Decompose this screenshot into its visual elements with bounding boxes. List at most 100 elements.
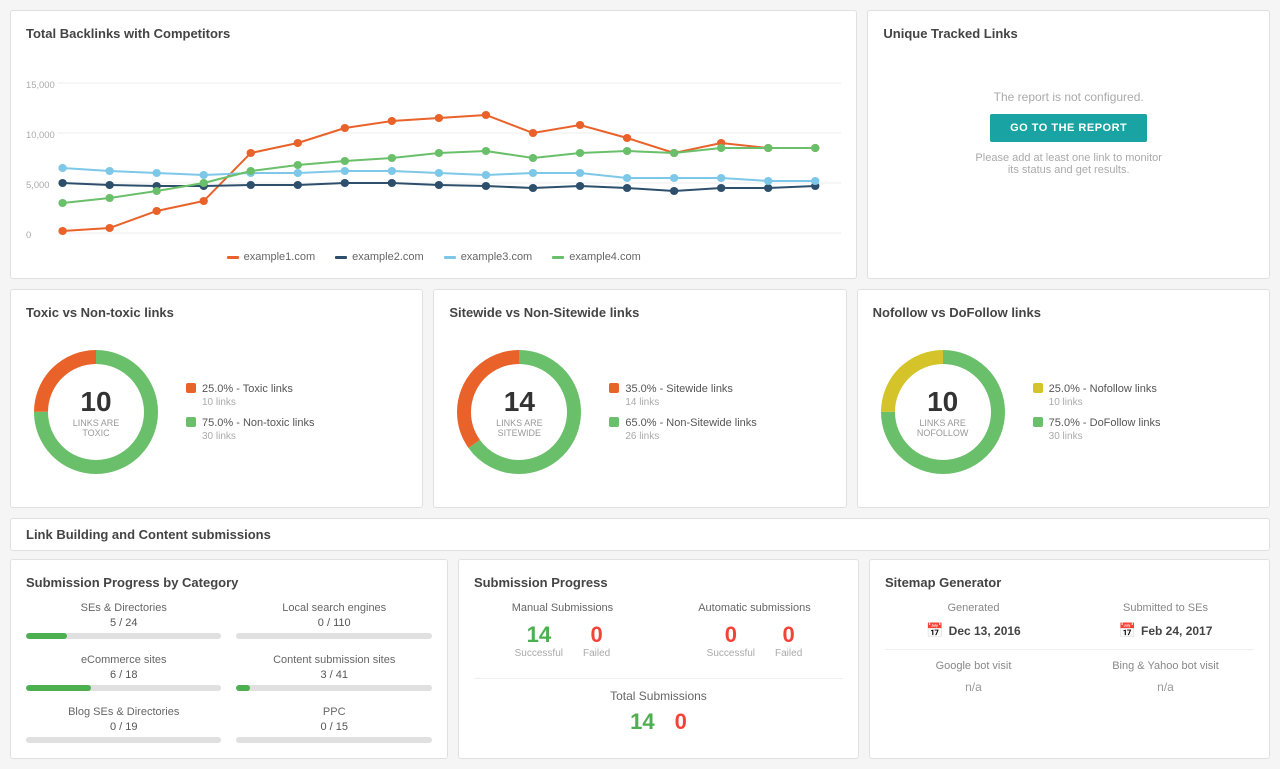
- manual-successful: 14 Successful: [515, 622, 563, 659]
- toxic-legend-2: 75.0% - Non-toxic links 30 links: [186, 416, 315, 442]
- total-numbers: 14 0: [474, 709, 843, 735]
- sitewide-donut-wrapper: 14 LINKS ARE SITEWIDE 35.0% - Sitewide l…: [449, 332, 830, 492]
- nofollow-donut-wrapper: 10 LINKS ARE NOFOLLOW 25.0% - Nofollow l…: [873, 332, 1254, 492]
- progress-bar-fill-3: [236, 685, 250, 691]
- nofollow-donut: 10 LINKS ARE NOFOLLOW: [873, 342, 1013, 482]
- backlinks-title: Total Backlinks with Competitors: [26, 26, 841, 41]
- legend-item-2: example2.com: [335, 251, 424, 263]
- toxic-donut: 10 LINKS ARE TOXIC: [26, 342, 166, 482]
- progress-bar-fill-2: [26, 685, 91, 691]
- donut-row: Toxic vs Non-toxic links 10 LINKS ARE TO…: [10, 289, 1270, 508]
- progress-bar-bg-0: [26, 633, 221, 639]
- sitemap-submitted-date: 📅 Feb 24, 2017: [1077, 622, 1254, 639]
- sitemap-google-bot: Google bot visit n/a: [885, 660, 1062, 694]
- category-item-1: Local search engines 0 / 110: [236, 602, 431, 639]
- total-successful: 14: [630, 709, 654, 735]
- progress-bar-bg-4: [26, 737, 221, 743]
- legend-dot-4: [552, 256, 564, 259]
- top-row: Total Backlinks with Competitors 0 5,000…: [10, 10, 1270, 279]
- nofollow-center: 10 LINKS ARE NOFOLLOW: [908, 386, 978, 438]
- sitewide-legend: 35.0% - Sitewide links 14 links 65.0% - …: [609, 382, 756, 443]
- nofollow-card: Nofollow vs DoFollow links 10 LINKS ARE …: [857, 289, 1270, 508]
- sitemap-divider: [885, 649, 1254, 650]
- svg-text:15,000: 15,000: [26, 80, 55, 90]
- sitemap-bing-bot: Bing & Yahoo bot visit n/a: [1077, 660, 1254, 694]
- manual-col: Manual Submissions 14 Successful 0 Faile…: [474, 602, 651, 663]
- submission-grid: Manual Submissions 14 Successful 0 Faile…: [474, 602, 843, 663]
- sitemap-bot-grid: Google bot visit n/a Bing & Yahoo bot vi…: [885, 660, 1254, 694]
- progress-bar-bg-5: [236, 737, 431, 743]
- automatic-numbers: 0 Successful 0 Failed: [666, 622, 843, 659]
- backlinks-legend: example1.com example2.com example3.com e…: [26, 251, 841, 263]
- sitewide-dot-1: [609, 383, 619, 393]
- not-configured-text: The report is not configured.: [994, 90, 1144, 104]
- legend-item-3: example3.com: [444, 251, 533, 263]
- link-building-section-title: Link Building and Content submissions: [10, 518, 1270, 551]
- submission-progress-card: Submission Progress Manual Submissions 1…: [458, 559, 859, 759]
- backlinks-card: Total Backlinks with Competitors 0 5,000…: [10, 10, 857, 279]
- legend-item-4: example4.com: [552, 251, 641, 263]
- nofollow-dot-2: [1033, 417, 1043, 427]
- sitewide-center: 14 LINKS ARE SITEWIDE: [484, 386, 554, 438]
- sitemap-generated: Generated 📅 Dec 13, 2016: [885, 602, 1062, 639]
- submission-progress-title: Submission Progress: [474, 575, 843, 590]
- legend-dot-1: [227, 256, 239, 259]
- sitewide-legend-2: 65.0% - Non-Sitewide links 26 links: [609, 416, 756, 442]
- category-item-5: PPC 0 / 15: [236, 706, 431, 743]
- progress-bar-bg-2: [26, 685, 221, 691]
- sitemap-top-grid: Generated 📅 Dec 13, 2016 Submitted to SE…: [885, 602, 1254, 639]
- svg-text:10,000: 10,000: [26, 130, 55, 140]
- category-item-4: Blog SEs & Directories 0 / 19: [26, 706, 221, 743]
- sitemap-submitted: Submitted to SEs 📅 Feb 24, 2017: [1077, 602, 1254, 639]
- auto-successful: 0 Successful: [707, 622, 755, 659]
- dashboard: Total Backlinks with Competitors 0 5,000…: [0, 0, 1280, 769]
- progress-bar-fill-0: [26, 633, 67, 639]
- unique-links-content: The report is not configured. GO TO THE …: [883, 53, 1254, 213]
- nofollow-legend-1: 25.0% - Nofollow links 10 links: [1033, 382, 1161, 408]
- category-item-0: SEs & Directories 5 / 24: [26, 602, 221, 639]
- toxic-dot-1: [186, 383, 196, 393]
- auto-failed: 0 Failed: [775, 622, 802, 659]
- manual-numbers: 14 Successful 0 Failed: [474, 622, 651, 659]
- unique-links-card: Unique Tracked Links The report is not c…: [867, 10, 1270, 279]
- bottom-row: Submission Progress by Category SEs & Di…: [10, 559, 1270, 759]
- go-to-report-button[interactable]: GO TO THE REPORT: [990, 114, 1147, 142]
- total-submissions: Total Submissions 14 0: [474, 689, 843, 735]
- toxic-dot-2: [186, 417, 196, 427]
- automatic-col: Automatic submissions 0 Successful 0 Fai…: [666, 602, 843, 663]
- submission-category-card: Submission Progress by Category SEs & Di…: [10, 559, 448, 759]
- progress-bar-bg-1: [236, 633, 431, 639]
- calendar-icon-2: 📅: [1119, 622, 1136, 639]
- toxic-legend-1: 25.0% - Toxic links 10 links: [186, 382, 315, 408]
- submission-category-title: Submission Progress by Category: [26, 575, 432, 590]
- toxic-legend: 25.0% - Toxic links 10 links 75.0% - Non…: [186, 382, 315, 443]
- manual-failed: 0 Failed: [583, 622, 610, 659]
- category-item-3: Content submission sites 3 / 41: [236, 654, 431, 691]
- unique-links-title: Unique Tracked Links: [883, 26, 1254, 41]
- nofollow-title: Nofollow vs DoFollow links: [873, 305, 1254, 320]
- sitewide-dot-2: [609, 417, 619, 427]
- total-failed: 0: [675, 709, 687, 735]
- svg-text:0: 0: [26, 230, 31, 240]
- progress-bar-bg-3: [236, 685, 431, 691]
- sitewide-donut: 14 LINKS ARE SITEWIDE: [449, 342, 589, 482]
- toxic-donut-wrapper: 10 LINKS ARE TOXIC 25.0% - Toxic links 1…: [26, 332, 407, 492]
- nofollow-dot-1: [1033, 383, 1043, 393]
- toxic-title: Toxic vs Non-toxic links: [26, 305, 407, 320]
- sitemap-title: Sitemap Generator: [885, 575, 1254, 590]
- please-add-text: Please add at least one link to monitor …: [969, 152, 1169, 176]
- legend-item-1: example1.com: [227, 251, 316, 263]
- toxic-card: Toxic vs Non-toxic links 10 LINKS ARE TO…: [10, 289, 423, 508]
- category-item-2: eCommerce sites 6 / 18: [26, 654, 221, 691]
- category-grid: SEs & Directories 5 / 24 Local search en…: [26, 602, 432, 743]
- divider: [474, 678, 843, 679]
- calendar-icon-1: 📅: [926, 622, 943, 639]
- sitewide-card: Sitewide vs Non-Sitewide links 14 LINKS …: [433, 289, 846, 508]
- sitewide-title: Sitewide vs Non-Sitewide links: [449, 305, 830, 320]
- nofollow-legend: 25.0% - Nofollow links 10 links 75.0% - …: [1033, 382, 1161, 443]
- nofollow-legend-2: 75.0% - DoFollow links 30 links: [1033, 416, 1161, 442]
- sitemap-generated-date: 📅 Dec 13, 2016: [885, 622, 1062, 639]
- sitewide-legend-1: 35.0% - Sitewide links 14 links: [609, 382, 756, 408]
- sitemap-card: Sitemap Generator Generated 📅 Dec 13, 20…: [869, 559, 1270, 759]
- legend-dot-2: [335, 256, 347, 259]
